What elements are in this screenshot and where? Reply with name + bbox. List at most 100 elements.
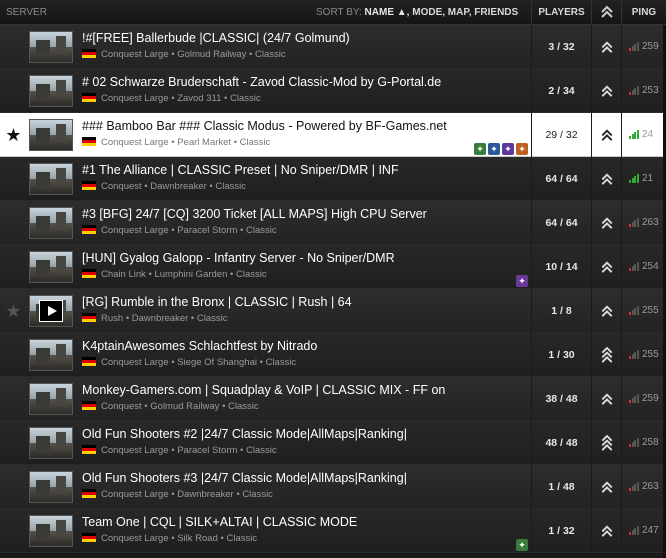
map-thumbnail xyxy=(29,515,73,547)
rank-cell xyxy=(591,69,621,113)
ping-value: 259 xyxy=(642,393,659,404)
server-meta-text: Conquest • Dawnbreaker • Classic xyxy=(101,181,246,192)
server-row[interactable]: [HUN] Gyalog Galopp - Infantry Server - … xyxy=(0,245,666,289)
server-name: ### Bamboo Bar ### Classic Modus - Power… xyxy=(82,119,447,133)
column-players[interactable]: PLAYERS xyxy=(531,0,591,25)
server-meta: Conquest Large • Silk Road • Classic xyxy=(82,533,257,544)
ping-cell: 24 xyxy=(621,113,666,157)
rank-cell xyxy=(591,377,621,421)
germany-flag-icon xyxy=(82,137,96,146)
signal-bars-icon xyxy=(629,482,639,491)
map-thumbnail xyxy=(29,119,73,151)
ping-cell: 254 xyxy=(621,245,666,289)
germany-flag-icon xyxy=(82,401,96,410)
ping-value: 263 xyxy=(642,481,659,492)
rank-chevron-icon xyxy=(601,129,613,141)
sort-name-button[interactable]: NAME ▲, xyxy=(365,7,410,18)
germany-flag-icon xyxy=(82,93,96,102)
signal-bars-icon xyxy=(629,174,639,183)
star-icon[interactable] xyxy=(0,157,27,201)
signal-bars-icon xyxy=(629,526,639,535)
ping-cell: 263 xyxy=(621,201,666,245)
rank-chevron-icon xyxy=(601,173,613,185)
server-row[interactable]: # 02 Schwarze Bruderschaft - Zavod Class… xyxy=(0,69,666,113)
player-count: 1 / 8 xyxy=(531,289,591,333)
star-icon[interactable]: ★ xyxy=(0,289,27,333)
server-meta-text: Conquest Large • Pearl Market • Classic xyxy=(101,137,271,148)
server-meta-text: Conquest Large • Zavod 311 • Classic xyxy=(101,93,261,104)
server-row[interactable]: Monkey-Gamers.com | Squadplay & VoIP | C… xyxy=(0,377,666,421)
sort-map-button[interactable]: MAP, xyxy=(448,7,472,18)
rank-cell xyxy=(591,509,621,553)
map-thumbnail xyxy=(29,295,73,327)
player-count: 48 / 48 xyxy=(531,421,591,465)
server-row[interactable]: !#[FREE] Ballerbude |CLASSIC| (24/7 Golm… xyxy=(0,25,666,69)
server-feature-icon: ✦ xyxy=(516,143,528,155)
server-row[interactable]: Old Fun Shooters #2 |24/7 Classic Mode|A… xyxy=(0,421,666,465)
table-header: SERVER SORT BY: NAME ▲, MODE, MAP, FRIEN… xyxy=(0,0,666,25)
ping-value: 21 xyxy=(642,173,654,184)
signal-bars-icon xyxy=(629,86,639,95)
rank-cell xyxy=(591,421,621,465)
server-feature-icon: ✦ xyxy=(516,539,528,551)
germany-flag-icon xyxy=(82,49,96,58)
rank-cell xyxy=(591,113,621,157)
player-count: 64 / 64 xyxy=(531,201,591,245)
signal-bars-icon xyxy=(629,438,639,447)
column-ping[interactable]: PING xyxy=(621,0,666,25)
map-thumbnail xyxy=(29,471,73,503)
server-row[interactable]: K4ptainAwesomes Schlachtfest by Nitrado C… xyxy=(0,333,666,377)
germany-flag-icon xyxy=(82,357,96,366)
germany-flag-icon xyxy=(82,489,96,498)
star-icon[interactable] xyxy=(0,25,27,69)
server-name: Old Fun Shooters #2 |24/7 Classic Mode|A… xyxy=(82,427,407,441)
ping-value: 247 xyxy=(642,525,659,536)
star-icon[interactable] xyxy=(0,421,27,465)
rank-chevron-icon xyxy=(601,435,613,451)
ping-value: 254 xyxy=(642,261,659,272)
server-meta: Chain Link • Lumphini Garden • Classic xyxy=(82,269,267,280)
server-name: Old Fun Shooters #3 |24/7 Classic Mode|A… xyxy=(82,471,407,485)
server-meta: Conquest • Golmud Railway • Classic xyxy=(82,401,259,412)
ping-cell: 258 xyxy=(621,421,666,465)
star-icon[interactable] xyxy=(0,377,27,421)
server-meta: Conquest Large • Golmud Railway • Classi… xyxy=(82,49,286,60)
server-meta: Conquest Large • Dawnbreaker • Classic xyxy=(82,489,273,500)
ping-cell: 255 xyxy=(621,289,666,333)
map-thumbnail xyxy=(29,339,73,371)
server-meta: Conquest Large • Paracel Storm • Classic xyxy=(82,225,277,236)
rank-cell xyxy=(591,157,621,201)
sort-friends-button[interactable]: FRIENDS xyxy=(474,7,518,18)
play-icon[interactable] xyxy=(39,300,63,322)
column-server[interactable]: SERVER xyxy=(6,0,47,25)
server-row[interactable]: ★ ### Bamboo Bar ### Classic Modus - Powe… xyxy=(0,113,666,157)
rank-chevron-icon xyxy=(601,393,613,405)
map-thumbnail xyxy=(29,207,73,239)
server-browser: SERVER SORT BY: NAME ▲, MODE, MAP, FRIEN… xyxy=(0,0,666,558)
star-icon[interactable]: ★ xyxy=(0,113,27,157)
star-icon[interactable] xyxy=(0,201,27,245)
star-icon[interactable] xyxy=(0,69,27,113)
server-row[interactable]: Old Fun Shooters #3 |24/7 Classic Mode|A… xyxy=(0,465,666,509)
player-count: 64 / 64 xyxy=(531,157,591,201)
server-row[interactable]: #1 The Alliance | CLASSIC Preset | No Sn… xyxy=(0,157,666,201)
server-meta-text: Rush • Dawnbreaker • Classic xyxy=(101,313,228,324)
server-feature-icon: ✦ xyxy=(488,143,500,155)
server-name: Team One | CQL | SILK+ALTAI | CLASSIC MO… xyxy=(82,515,358,529)
star-icon[interactable] xyxy=(0,465,27,509)
server-meta: Conquest • Dawnbreaker • Classic xyxy=(82,181,246,192)
server-name: #1 The Alliance | CLASSIC Preset | No Sn… xyxy=(82,163,399,177)
sort-mode-button[interactable]: MODE, xyxy=(412,7,445,18)
star-icon[interactable] xyxy=(0,333,27,377)
player-count: 10 / 14 xyxy=(531,245,591,289)
server-meta: Rush • Dawnbreaker • Classic xyxy=(82,313,228,324)
star-icon[interactable] xyxy=(0,509,27,553)
server-row[interactable]: #3 [BFG] 24/7 [CQ] 3200 Ticket [ALL MAPS… xyxy=(0,201,666,245)
player-count: 3 / 32 xyxy=(531,25,591,69)
column-rank[interactable] xyxy=(591,0,621,25)
server-row[interactable]: ★ [RG] Rumble in the Bronx | CLASSIC | Ru… xyxy=(0,289,666,333)
rank-cell xyxy=(591,465,621,509)
server-row[interactable]: Team One | CQL | SILK+ALTAI | CLASSIC MO… xyxy=(0,509,666,553)
star-icon[interactable] xyxy=(0,245,27,289)
rank-cell xyxy=(591,289,621,333)
